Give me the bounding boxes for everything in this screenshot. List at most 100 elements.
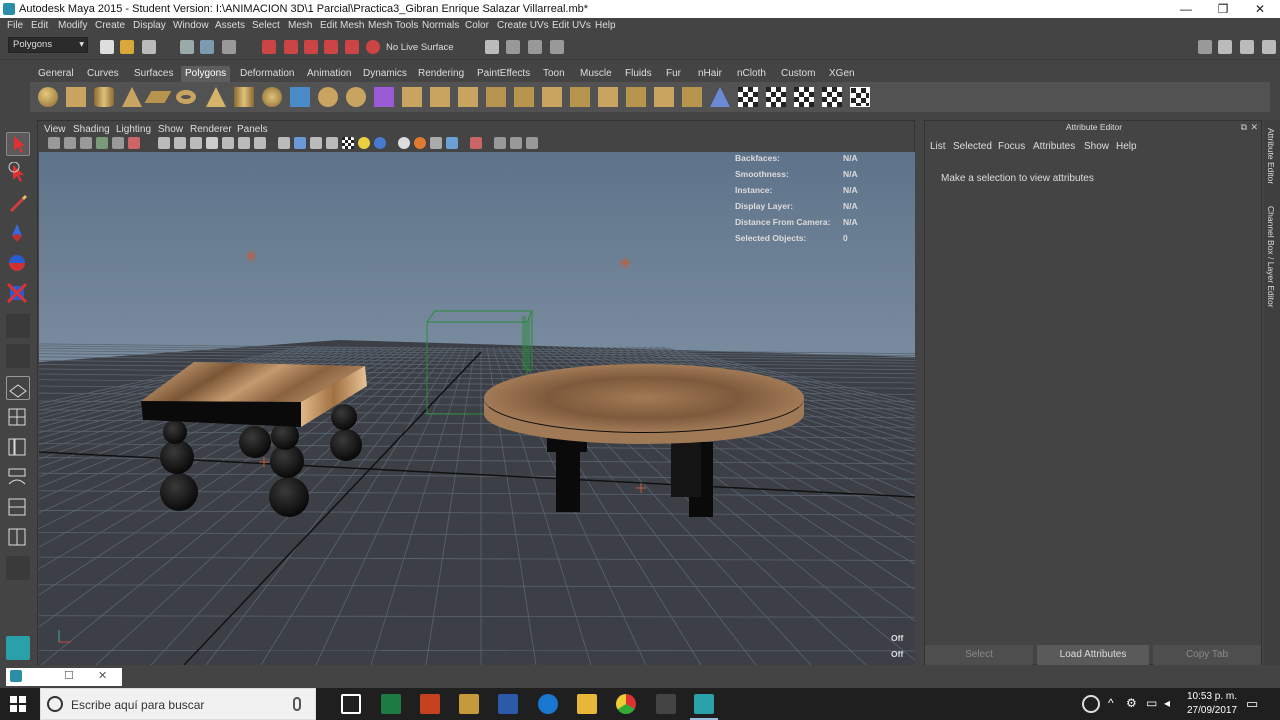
append-polygon-icon[interactable] <box>458 87 478 107</box>
screen-space-ao-icon[interactable] <box>374 137 386 149</box>
shelf-tab-animation[interactable]: Animation <box>303 66 355 82</box>
menu-select[interactable]: Select <box>252 20 280 31</box>
snap-view-icon[interactable] <box>324 40 338 54</box>
excel-icon[interactable] <box>381 694 401 714</box>
ae-menu-show[interactable]: Show <box>1084 141 1109 152</box>
menu-edit-uvs[interactable]: Edit UVs <box>552 20 591 31</box>
close-icon[interactable]: ✕ <box>98 669 107 682</box>
shelf-tab-rendering[interactable]: Rendering <box>414 66 468 82</box>
perspective-scene[interactable] <box>39 152 915 665</box>
microphone-icon[interactable] <box>293 697 301 711</box>
shelf-tab-fur[interactable]: Fur <box>662 66 685 82</box>
windows-start-icon[interactable] <box>10 696 26 712</box>
menu-color[interactable]: Color <box>465 20 489 31</box>
select-button[interactable]: Select <box>925 645 1033 665</box>
ae-menu-list[interactable]: List <box>930 141 946 152</box>
poly-cube-icon[interactable] <box>66 87 86 107</box>
shelf-tab-painteffects[interactable]: PaintEffects <box>473 66 534 82</box>
battery-icon[interactable]: ▭ <box>1146 696 1157 710</box>
persp-hypershade-layout-icon[interactable] <box>6 496 30 520</box>
use-all-lights-icon[interactable] <box>342 137 354 149</box>
menu-create-uvs[interactable]: Create UVs <box>497 20 549 31</box>
volume-icon[interactable]: ◂ <box>1164 696 1170 710</box>
help-tray-icon[interactable] <box>1082 695 1100 713</box>
textured-icon[interactable] <box>326 137 338 149</box>
menu-window[interactable]: Window <box>173 20 209 31</box>
word-icon[interactable] <box>498 694 518 714</box>
persp-uv-layout-icon[interactable] <box>6 526 30 550</box>
shelf-tab-custom[interactable]: Custom <box>777 66 819 82</box>
smooth-shade-icon[interactable] <box>294 137 306 149</box>
render-frame-icon[interactable] <box>506 40 520 54</box>
task-view-icon[interactable] <box>341 694 361 714</box>
menu-normals[interactable]: Normals <box>422 20 459 31</box>
collapse-icon[interactable] <box>682 87 702 107</box>
menu-file[interactable]: File <box>7 20 23 31</box>
copy-tab-button[interactable]: Copy Tab <box>1153 645 1261 665</box>
poly-prism-icon[interactable] <box>206 87 226 107</box>
viewport-menu-panels[interactable]: Panels <box>237 124 268 135</box>
shadows-icon[interactable] <box>358 137 370 149</box>
backface-culling-icon[interactable] <box>510 137 522 149</box>
cylindrical-mapping-icon[interactable] <box>766 87 786 107</box>
motion-blur-icon[interactable] <box>398 137 410 149</box>
file-explorer-icon[interactable] <box>577 694 597 714</box>
menu-help[interactable]: Help <box>595 20 616 31</box>
single-perspective-layout-icon[interactable] <box>6 376 30 400</box>
unity-icon[interactable] <box>656 694 676 714</box>
spherical-mapping-icon[interactable] <box>794 87 814 107</box>
snap-surface-icon[interactable] <box>345 40 359 54</box>
offset-edge-loop-icon[interactable] <box>570 87 590 107</box>
menu-modify[interactable]: Modify <box>58 20 87 31</box>
wireframe-icon[interactable] <box>278 137 290 149</box>
gate-mask-icon[interactable] <box>206 137 218 149</box>
image-plane-icon[interactable] <box>96 137 108 149</box>
select-tool-icon[interactable] <box>6 132 30 156</box>
shelf-tab-deformation[interactable]: Deformation <box>236 66 298 82</box>
grease-pencil-icon[interactable] <box>112 137 124 149</box>
make-live-icon[interactable] <box>366 40 380 54</box>
snap-point-icon[interactable] <box>304 40 318 54</box>
mode-menu-dropdown[interactable]: Polygons ▾ <box>8 37 88 53</box>
ipr-render-icon[interactable] <box>528 40 542 54</box>
ae-menu-help[interactable]: Help <box>1116 141 1137 152</box>
automatic-mapping-icon[interactable] <box>822 87 842 107</box>
maximize-button[interactable]: ❐ <box>1205 1 1241 17</box>
snap-curve-icon[interactable] <box>284 40 298 54</box>
shelf-tab-fluids[interactable]: Fluids <box>621 66 656 82</box>
poly-sphere-icon[interactable] <box>38 87 58 107</box>
uv-editor-icon[interactable] <box>850 87 870 107</box>
custom-layout-slot[interactable] <box>6 556 30 580</box>
clock-date[interactable]: 27/09/2017 <box>1187 705 1237 716</box>
persp-graph-layout-icon[interactable] <box>6 466 30 490</box>
depth-of-field-icon[interactable] <box>430 137 442 149</box>
toggle-tool-settings-icon[interactable] <box>1240 40 1254 54</box>
extrude-icon[interactable] <box>598 87 618 107</box>
split-polygon-icon[interactable] <box>514 87 534 107</box>
ae-menu-attributes[interactable]: Attributes <box>1033 141 1075 152</box>
maya-taskbar-icon[interactable] <box>694 694 714 714</box>
edge-icon[interactable] <box>538 694 558 714</box>
poly-pipe-icon[interactable] <box>234 87 254 107</box>
menu-create[interactable]: Create <box>95 20 125 31</box>
bridge-icon[interactable] <box>430 87 450 107</box>
multisample-aa-icon[interactable] <box>414 137 426 149</box>
poly-cone-icon[interactable] <box>122 87 142 107</box>
camera-attributes-icon[interactable] <box>64 137 76 149</box>
safe-title-icon[interactable] <box>254 137 266 149</box>
menu-edit-mesh[interactable]: Edit Mesh <box>320 20 364 31</box>
mel-command-field[interactable]: ☐ ✕ <box>6 668 122 686</box>
wireframe-on-shaded-icon[interactable] <box>310 137 322 149</box>
close-panel-icon[interactable]: ✕ <box>1250 122 1258 133</box>
shelf-tab-polygons[interactable]: Polygons <box>181 66 231 82</box>
bookmarks-icon[interactable] <box>80 137 92 149</box>
viewport-renderer-icon[interactable] <box>526 137 538 149</box>
x-ray-joints-icon[interactable] <box>494 137 506 149</box>
poly-torus-icon[interactable] <box>176 90 196 104</box>
channel-box-side-tab[interactable]: Channel Box / Layer Editor <box>1266 206 1276 308</box>
open-scene-icon[interactable] <box>120 40 134 54</box>
menu-edit[interactable]: Edit <box>31 20 48 31</box>
shelf-tab-xgen[interactable]: XGen <box>825 66 859 82</box>
smooth-icon[interactable] <box>374 87 394 107</box>
select-component-icon[interactable] <box>222 40 236 54</box>
